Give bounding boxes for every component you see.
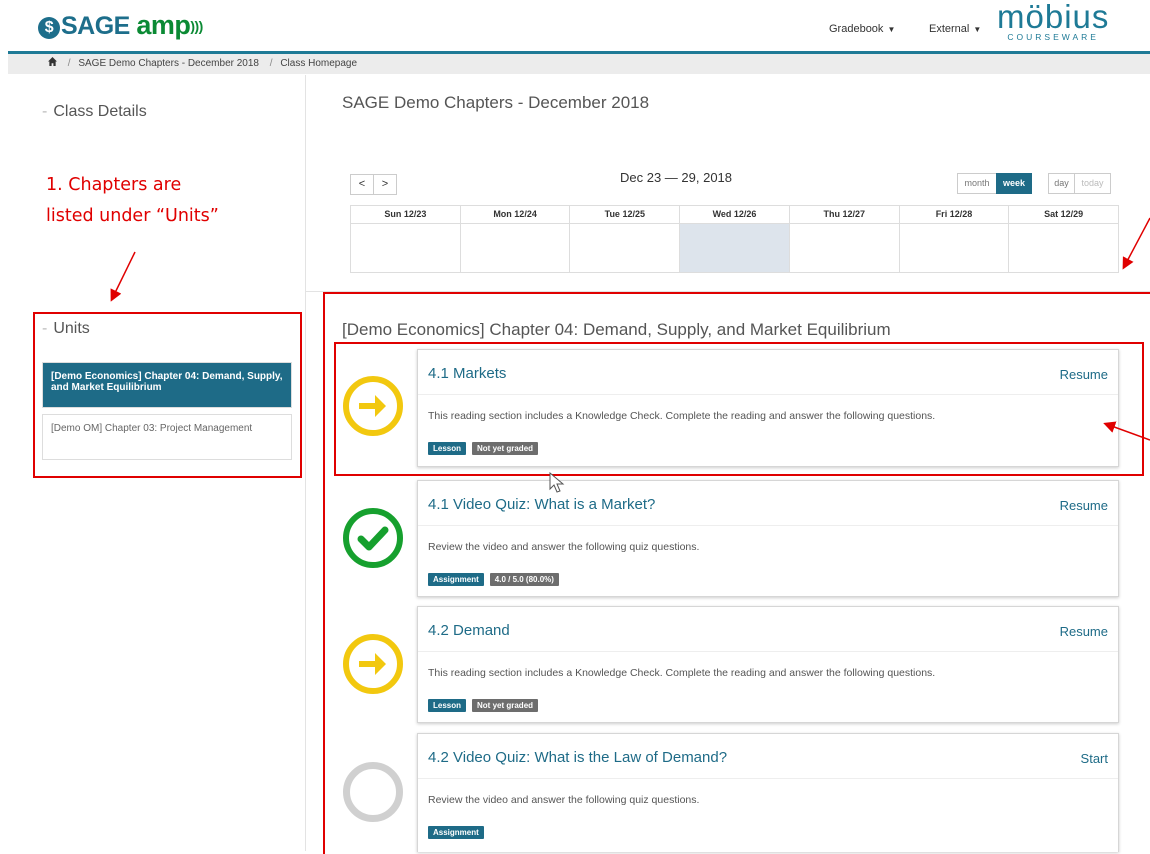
- annotation-arrow: [110, 251, 136, 302]
- annotation-arrow: [1122, 217, 1150, 270]
- annotation-arrow: [1103, 421, 1150, 441]
- mouse-cursor-icon: [549, 472, 565, 493]
- annotation-arrows: [110, 217, 1150, 441]
